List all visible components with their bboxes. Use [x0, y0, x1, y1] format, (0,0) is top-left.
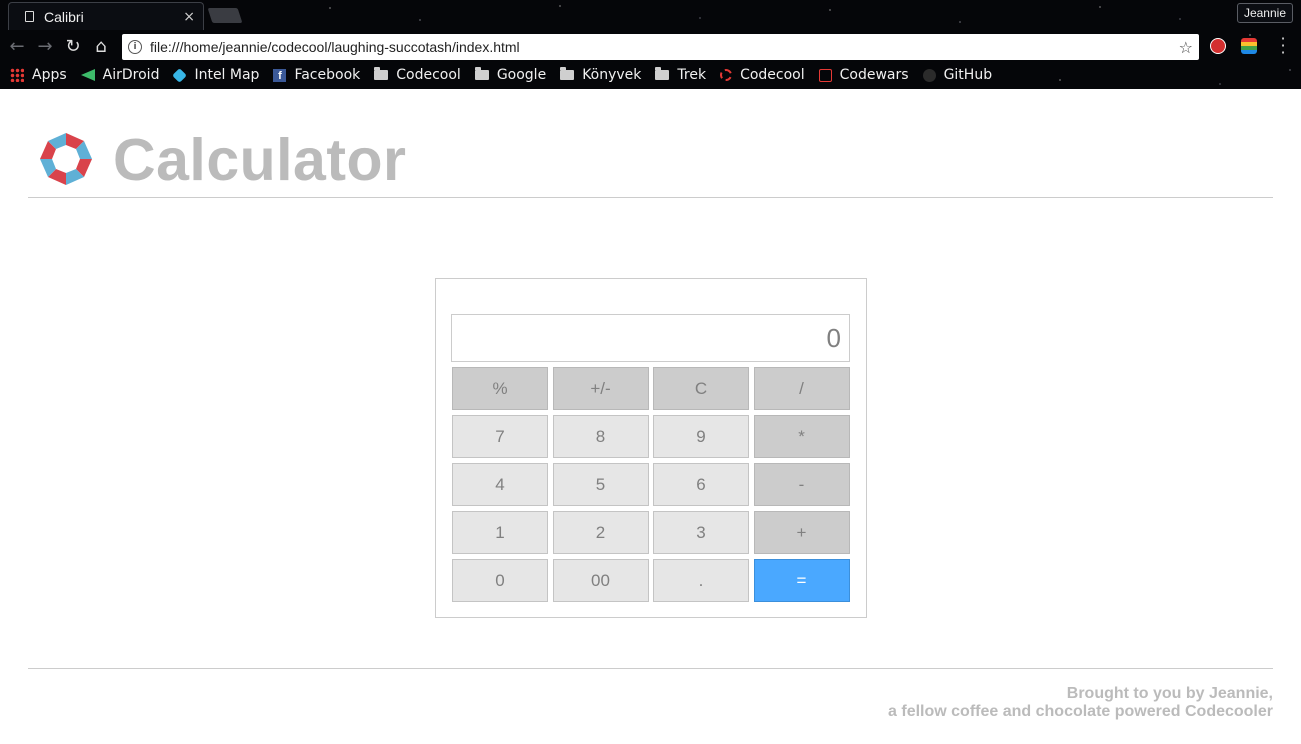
- bookmark-label: Trek: [677, 67, 707, 83]
- footer-divider: [28, 668, 1273, 669]
- home-icon[interactable]: ⌂: [90, 36, 112, 58]
- bookmark-codecool[interactable]: Codecool: [374, 67, 461, 83]
- bookmark-label: Google: [496, 67, 547, 83]
- digit-4-button[interactable]: 4: [452, 463, 548, 506]
- navigation-bar: ← → ↻ ⌂ i file:///home/jeannie/codecool/…: [0, 31, 1301, 61]
- bookmark-codecool[interactable]: Codecool: [720, 67, 805, 83]
- address-bar[interactable]: i file:///home/jeannie/codecool/laughing…: [122, 34, 1199, 60]
- codewars-icon: [818, 68, 832, 82]
- decimal-button[interactable]: .: [653, 559, 749, 602]
- percent-button[interactable]: %: [452, 367, 548, 410]
- equals-button[interactable]: =: [753, 559, 850, 602]
- apps-icon: [10, 68, 24, 82]
- bookmark-k-nyvek[interactable]: Könyvek: [560, 67, 641, 83]
- bookmark-trek[interactable]: Trek: [655, 67, 706, 83]
- new-tab-button[interactable]: [207, 8, 243, 23]
- bookmark-label: Könyvek: [582, 67, 642, 83]
- folder-icon: [560, 67, 575, 80]
- multiply-button[interactable]: *: [753, 415, 850, 458]
- footer-credit: Brought to you by Jeannie, a fellow coff…: [888, 685, 1273, 721]
- digit-1-button[interactable]: 1: [452, 511, 548, 554]
- forward-arrow-icon[interactable]: →: [34, 36, 56, 58]
- footer-line-2: a fellow coffee and chocolate powered Co…: [888, 703, 1273, 720]
- bookmark-label: Codewars: [839, 67, 909, 83]
- browser-chrome: Calibri × Jeannie ← → ↻ ⌂ i file:///home…: [0, 0, 1301, 89]
- divide-button[interactable]: /: [753, 367, 850, 410]
- codecool-logo-icon: [40, 133, 92, 185]
- bookmark-label: AirDroid: [102, 67, 160, 83]
- bookmark-facebook[interactable]: f Facebook: [273, 67, 360, 83]
- folder-icon: [474, 67, 489, 80]
- subtract-button[interactable]: -: [753, 463, 850, 506]
- bookmark-intel-map[interactable]: Intel Map: [172, 67, 260, 83]
- bookmark-label: Intel Map: [194, 67, 260, 83]
- folder-icon: [374, 67, 389, 80]
- tab-title: Calibri: [44, 8, 84, 25]
- footer-line-1: Brought to you by Jeannie,: [1066, 685, 1273, 702]
- facebook-icon: f: [273, 68, 287, 82]
- intel-map-icon: [172, 67, 188, 83]
- sign-button[interactable]: +/-: [552, 367, 649, 410]
- double-zero-button[interactable]: 00: [552, 559, 649, 602]
- bookmark-label: Codecool: [396, 67, 461, 83]
- bookmark-label: Codecool: [740, 67, 805, 83]
- bookmark-codewars[interactable]: Codewars: [818, 67, 909, 83]
- bookmark-label: Apps: [32, 67, 67, 83]
- bookmark-star-icon[interactable]: ☆: [1179, 38, 1193, 57]
- back-arrow-icon[interactable]: ←: [6, 36, 28, 58]
- page-header: Calculator: [28, 123, 1273, 198]
- url-text[interactable]: file:///home/jeannie/codecool/laughing-s…: [150, 39, 1179, 55]
- digit-8-button[interactable]: 8: [552, 415, 649, 458]
- digit-5-button[interactable]: 5: [552, 463, 649, 506]
- page-icon: [25, 11, 34, 22]
- airdroid-icon: [80, 69, 95, 81]
- profile-button[interactable]: Jeannie: [1236, 3, 1293, 23]
- codecool-icon: [720, 69, 733, 81]
- digit-3-button[interactable]: 3: [653, 511, 749, 554]
- browser-menu-icon[interactable]: · · ·: [1278, 31, 1288, 61]
- calculator-display: 0: [451, 314, 850, 362]
- adblock-extension-icon[interactable]: [1210, 38, 1226, 54]
- bookmark-label: GitHub: [943, 67, 993, 83]
- digit-6-button[interactable]: 6: [653, 463, 749, 506]
- info-icon[interactable]: i: [128, 40, 142, 54]
- bookmark-apps[interactable]: Apps: [10, 67, 67, 83]
- add-button[interactable]: +: [753, 511, 850, 554]
- digit-9-button[interactable]: 9: [653, 415, 749, 458]
- bookmark-label: Facebook: [294, 67, 361, 83]
- folder-icon: [655, 67, 670, 80]
- github-icon: [922, 68, 936, 82]
- bookmarks-bar: Apps AirDroid Intel Map f Facebook Codecool Go…: [0, 63, 1301, 87]
- clear-button[interactable]: C: [653, 367, 749, 410]
- page-title: Calculator: [113, 127, 407, 193]
- bookmark-github[interactable]: GitHub: [922, 67, 993, 83]
- calculator: 0 % +/- C/7 8 9 * 4 5 6-1 2 3 +0 00. =: [435, 278, 867, 618]
- digit-0-button[interactable]: 0: [452, 559, 548, 602]
- bookmark-google[interactable]: Google: [474, 67, 547, 83]
- digit-7-button[interactable]: 7: [452, 415, 548, 458]
- reload-icon[interactable]: ↻: [62, 36, 84, 58]
- browser-tab[interactable]: Calibri ×: [8, 2, 204, 30]
- extension-icon[interactable]: [1241, 38, 1257, 54]
- tab-close-icon[interactable]: ×: [183, 10, 195, 24]
- digit-2-button[interactable]: 2: [552, 511, 649, 554]
- bookmark-airdroid[interactable]: AirDroid: [80, 67, 160, 83]
